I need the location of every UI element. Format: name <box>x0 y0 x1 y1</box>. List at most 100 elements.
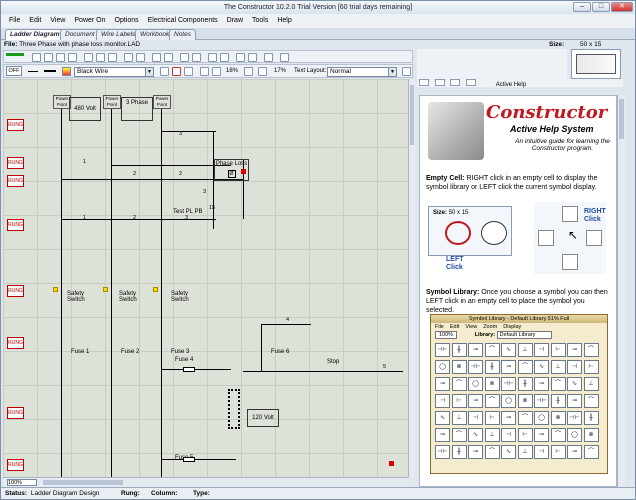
tab-document[interactable]: Document <box>60 29 100 40</box>
rung-marker[interactable]: RUNG <box>7 285 24 297</box>
fuse-icon <box>183 457 195 462</box>
safety-switch-3[interactable]: Safety Switch <box>171 291 199 303</box>
symbol-thumbnail-icon: ⊸ <box>534 428 549 442</box>
rung-marker[interactable]: RUNG <box>7 119 24 131</box>
text-tool-icon[interactable] <box>220 53 229 62</box>
symbol-library-icon[interactable] <box>248 53 257 62</box>
menu-draw[interactable]: Draw <box>227 14 243 28</box>
power-point-3[interactable]: Power Point <box>153 95 171 109</box>
fuse-2[interactable]: Fuse 2 <box>121 349 139 355</box>
fuse-1[interactable]: Fuse 1 <box>71 349 89 355</box>
save-icon[interactable] <box>56 53 65 62</box>
active-help-panel: Constructor Active Help System An intuit… <box>419 95 617 487</box>
tab-notes[interactable]: Notes <box>169 29 196 40</box>
back-icon[interactable] <box>434 79 445 86</box>
status-value: Ladder Diagram Design <box>30 490 100 497</box>
help-tagline: An intuitive guide for learning the Cons… <box>515 138 610 152</box>
copy-icon[interactable] <box>96 53 105 62</box>
insert-rung-icon[interactable] <box>152 53 161 62</box>
transformer-icon[interactable] <box>228 389 240 429</box>
color-red-icon[interactable] <box>172 67 181 76</box>
print-icon[interactable] <box>68 53 77 62</box>
new-icon[interactable] <box>32 53 41 62</box>
line-thin-icon[interactable] <box>28 71 38 72</box>
align-center-icon[interactable] <box>212 67 221 76</box>
menu-file[interactable]: File <box>9 14 20 28</box>
menu-electrical-components[interactable]: Electrical Components <box>148 14 218 28</box>
power-point-2[interactable]: Power Point <box>103 95 121 109</box>
safety-switch-2[interactable]: Safety Switch <box>119 291 147 303</box>
fuse-3[interactable]: Fuse 3 <box>171 349 189 355</box>
symbol-thumbnail-icon: ⊗ <box>451 360 467 374</box>
wire-number: 1 <box>83 215 87 221</box>
redo-icon[interactable] <box>136 53 145 62</box>
menu-options[interactable]: Options <box>115 14 139 28</box>
power-on-icon[interactable] <box>264 53 273 62</box>
menu-tools[interactable]: Tools <box>252 14 268 28</box>
rung-marker[interactable]: RUNG <box>7 337 24 349</box>
color-black-icon[interactable] <box>184 67 193 76</box>
close-button[interactable]: ✕ <box>611 2 633 12</box>
rung-marker[interactable]: RUNG <box>7 157 24 169</box>
color-picker-icon[interactable] <box>62 67 71 76</box>
symbol-thumbnail-icon: ∿ <box>501 445 516 459</box>
cut-icon[interactable] <box>84 53 93 62</box>
transformer-voltage[interactable]: 120 Volt <box>247 409 279 427</box>
scroll-thumb[interactable] <box>43 480 123 485</box>
grid-icon[interactable] <box>236 53 245 62</box>
delete-rung-icon[interactable] <box>164 53 173 62</box>
paste-icon[interactable] <box>108 53 117 62</box>
rung-marker[interactable]: RUNG <box>7 175 24 187</box>
maximize-button[interactable]: □ <box>592 2 610 12</box>
font-bold-icon[interactable] <box>258 67 267 76</box>
wire-tool-icon[interactable] <box>208 53 217 62</box>
ladder-canvas[interactable]: RUNG RUNG RUNG RUNG RUNG RUNG RUNG RUNG … <box>3 79 408 477</box>
fuse-4[interactable]: Fuse 4 <box>175 357 193 363</box>
diagram-thumbnail[interactable] <box>571 49 621 79</box>
tab-ladder-diagram[interactable]: Ladder Diagram <box>5 29 65 40</box>
help-vertical-scrollbar[interactable] <box>617 95 625 487</box>
symbol-thumbnail-icon: ⊥ <box>517 343 533 357</box>
wire-color-select[interactable]: Black Wire ▼ <box>74 67 154 77</box>
home-icon[interactable] <box>419 79 429 86</box>
symbol-thumbnail-icon: ╫ <box>583 411 599 425</box>
open-icon[interactable] <box>44 53 53 62</box>
symbol-thumbnail-icon: ╫ <box>550 394 566 408</box>
rung-marker[interactable]: RUNG <box>7 407 24 419</box>
safety-switch-1[interactable]: Safety Switch <box>67 291 95 303</box>
pointer-tool-icon[interactable] <box>402 67 411 76</box>
font-size-icon[interactable] <box>244 67 253 76</box>
rung-marker[interactable]: RUNG <box>7 459 24 471</box>
print-help-icon[interactable] <box>466 79 477 86</box>
menu-help[interactable]: Help <box>277 14 291 28</box>
symbol-thumbnail-icon: ⊣⊢ <box>534 394 549 408</box>
fuse-6[interactable]: Fuse 6 <box>271 349 289 355</box>
menu-view[interactable]: View <box>50 14 65 28</box>
menu-edit[interactable]: Edit <box>29 14 41 28</box>
help-icon[interactable] <box>280 53 289 62</box>
phase-label[interactable]: 3 Phase <box>121 97 153 121</box>
rung-marker[interactable]: RUNG <box>7 219 24 231</box>
forward-icon[interactable] <box>450 79 461 86</box>
help-tab-title[interactable]: Active Help <box>496 82 526 88</box>
symbol-thumbnail-icon: ⊣ <box>468 411 483 425</box>
text-layout-select[interactable]: Normal ▼ <box>327 67 397 77</box>
canvas-vertical-scrollbar[interactable] <box>408 79 415 477</box>
symbol-thumbnail-icon: ⌒ <box>484 445 500 459</box>
menu-power-on[interactable]: Power On <box>74 14 105 28</box>
zoom-in-icon[interactable] <box>180 53 189 62</box>
voltage-label[interactable]: 480 Volt <box>69 97 101 121</box>
line-thick-icon[interactable] <box>44 70 56 72</box>
tab-wire-labels[interactable]: Wire Labels <box>96 29 141 40</box>
zoom-select[interactable]: 100% <box>7 479 37 486</box>
minimize-button[interactable]: – <box>573 2 591 12</box>
font-color-icon[interactable] <box>160 67 169 76</box>
undo-icon[interactable] <box>124 53 133 62</box>
scroll-thumb[interactable] <box>619 99 624 139</box>
align-left-icon[interactable] <box>200 67 209 76</box>
zoom-out-icon[interactable] <box>192 53 201 62</box>
canvas-horizontal-scrollbar[interactable]: 100% <box>3 477 408 487</box>
symbol-thumbnail-icon: ∿ <box>567 377 582 391</box>
power-toggle[interactable]: OFF <box>6 66 22 76</box>
scroll-thumb[interactable] <box>410 85 414 145</box>
